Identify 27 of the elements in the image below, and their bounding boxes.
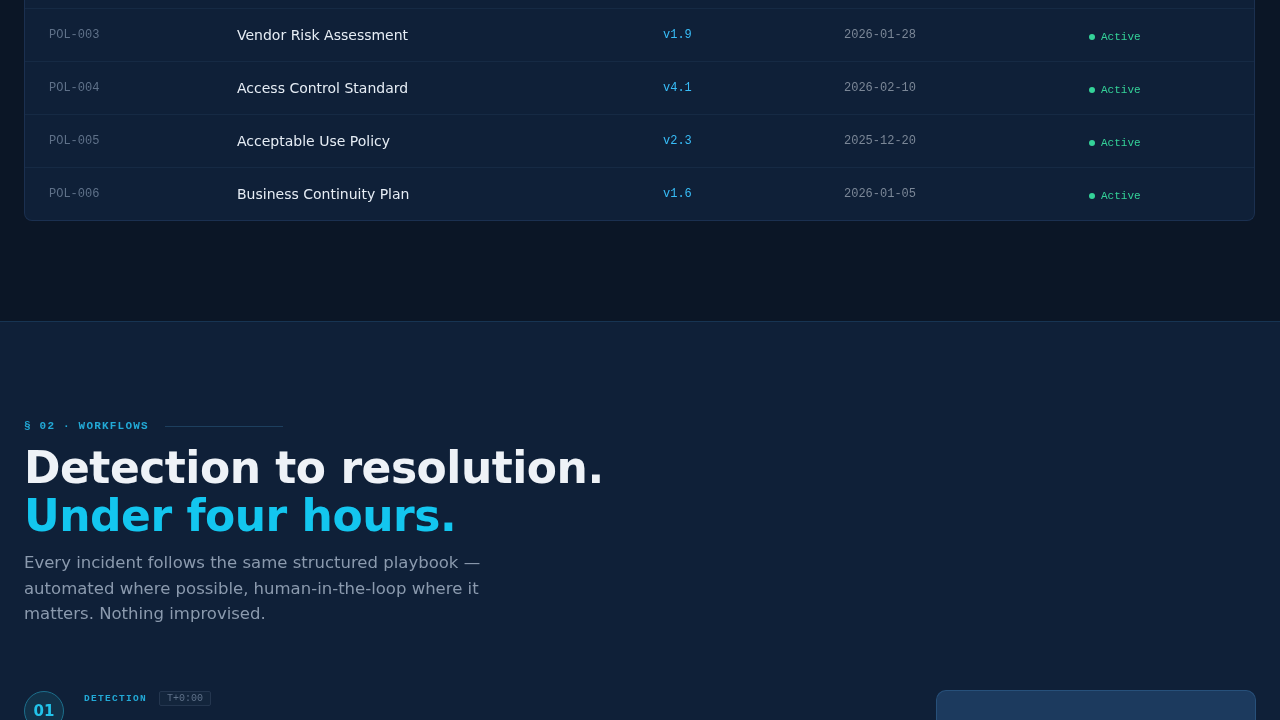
status-text: Active xyxy=(1101,31,1141,43)
policy-version: v4.1 xyxy=(663,81,692,95)
status-text: Active xyxy=(1101,190,1141,202)
section-description: Every incident follows the same structured playbook — automated where possible, human-in-the-loop where it matters. Nothing improvised. xyxy=(24,552,482,625)
policy-id: POL-004 xyxy=(49,81,100,95)
section-eyebrow: § 02 · WORKFLOWS xyxy=(24,420,149,432)
time-chip: T+0:00 xyxy=(159,690,212,706)
policy-date: 2026-02-10 xyxy=(844,81,916,95)
status-text: Active xyxy=(1101,84,1141,96)
policy-version: v1.6 xyxy=(663,187,692,201)
policy-name: Vendor Risk Assessment xyxy=(237,27,409,43)
step-number: 01 xyxy=(24,690,64,720)
step-label: DETECTION xyxy=(84,692,147,704)
policy-id: POL-005 xyxy=(49,134,100,148)
policy-version: v2.3 xyxy=(663,134,692,148)
policy-name: Acceptable Use Policy xyxy=(237,133,390,149)
policy-id: POL-003 xyxy=(49,28,100,42)
status-text: Active xyxy=(1101,137,1141,149)
section-heading: Detection to resolution. xyxy=(24,444,605,492)
policy-name: Access Control Standard xyxy=(237,80,409,96)
policy-date: 2026-01-28 xyxy=(844,28,916,42)
policy-id: POL-006 xyxy=(49,187,100,201)
policy-date: 2026-01-05 xyxy=(844,187,916,201)
section-heading-accent: Under four hours. xyxy=(24,492,458,540)
policy-name: Business Continuity Plan xyxy=(237,186,410,202)
policy-date: 2025-12-20 xyxy=(844,134,916,148)
policy-version: v1.9 xyxy=(663,28,692,42)
